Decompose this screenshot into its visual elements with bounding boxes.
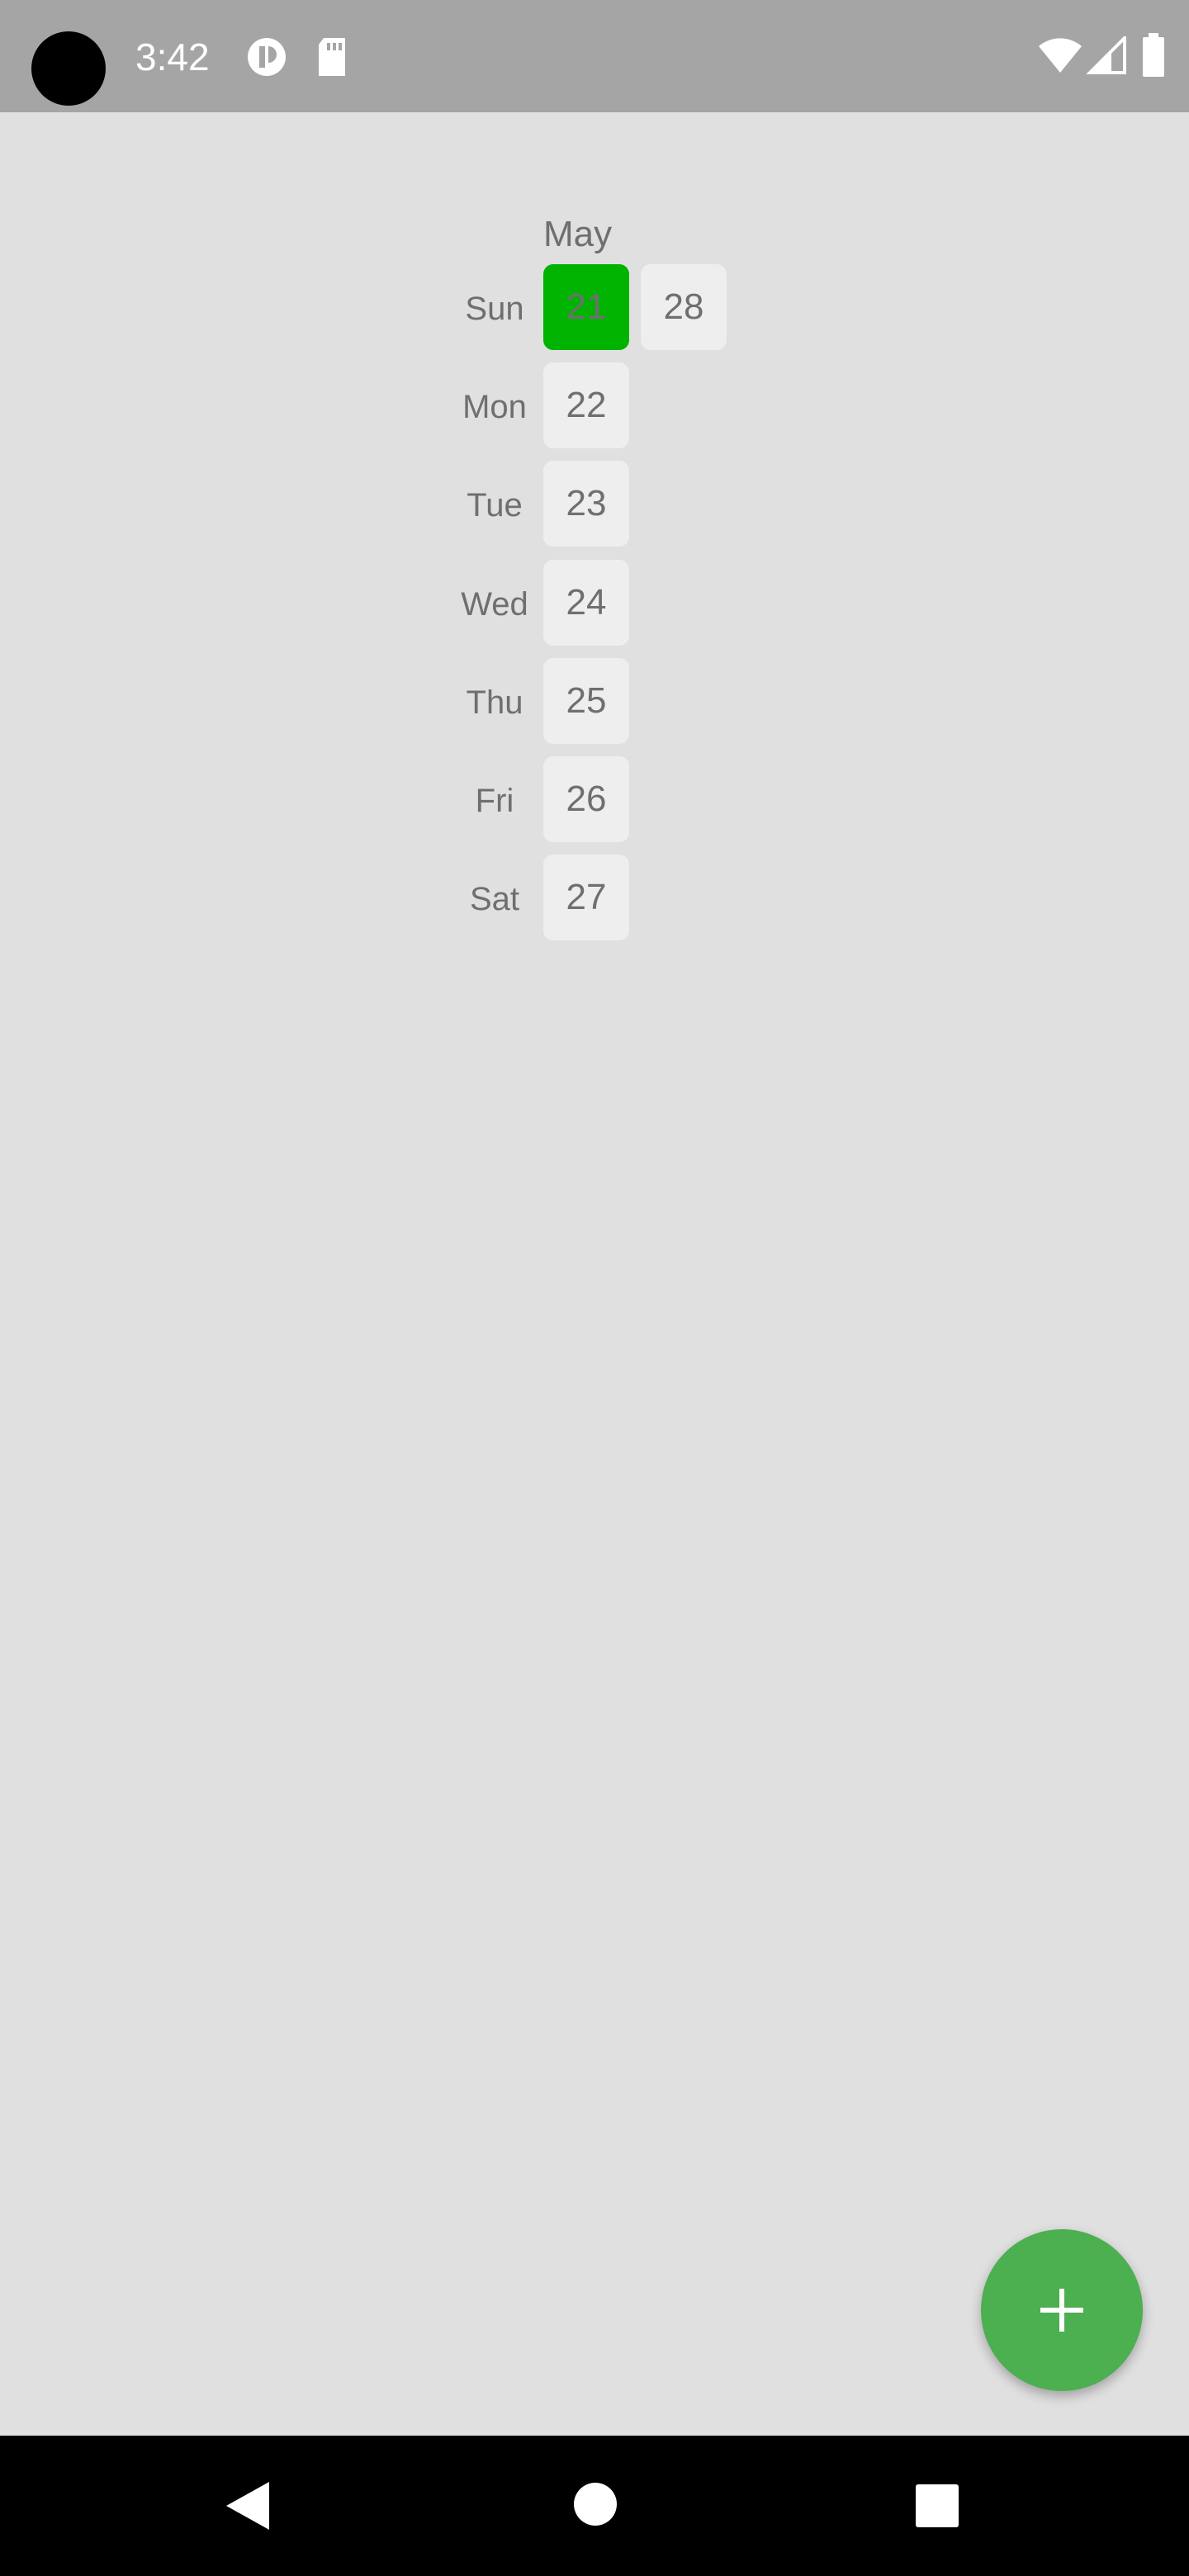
back-icon[interactable] [223, 2479, 272, 2533]
month-label: May [543, 214, 613, 254]
day-label-thu: Thu [466, 684, 523, 721]
date-cell[interactable]: 22 [543, 362, 629, 448]
home-icon[interactable] [573, 2482, 618, 2526]
day-label-sun: Sun [465, 291, 524, 327]
day-label-sat: Sat [469, 881, 520, 917]
battery-icon [1143, 33, 1164, 77]
date-cell[interactable]: 24 [543, 560, 629, 646]
date-cell[interactable]: 28 [641, 264, 727, 350]
recents-icon[interactable] [915, 2484, 959, 2528]
day-label-fri: Fri [475, 783, 514, 819]
notification-app-icon [248, 38, 286, 76]
cell-signal-icon [1087, 36, 1126, 74]
sd-card-icon [319, 38, 345, 76]
status-bar: 3:42 [0, 0, 1189, 112]
date-cell-selected[interactable]: 21 [543, 264, 629, 350]
status-time: 3:42 [135, 36, 210, 78]
camera-cutout-icon [31, 31, 106, 106]
plus-icon [1040, 2289, 1083, 2332]
day-label-mon: Mon [462, 389, 527, 425]
day-label-wed: Wed [461, 586, 528, 623]
navigation-bar [0, 2436, 1189, 2576]
date-cell[interactable]: 25 [543, 658, 629, 744]
date-cell[interactable]: 23 [543, 461, 629, 547]
date-cell[interactable]: 27 [543, 855, 629, 940]
date-cell[interactable]: 26 [543, 756, 629, 842]
wifi-icon [1039, 38, 1082, 73]
add-button[interactable] [981, 2229, 1143, 2391]
day-label-tue: Tue [467, 487, 523, 523]
